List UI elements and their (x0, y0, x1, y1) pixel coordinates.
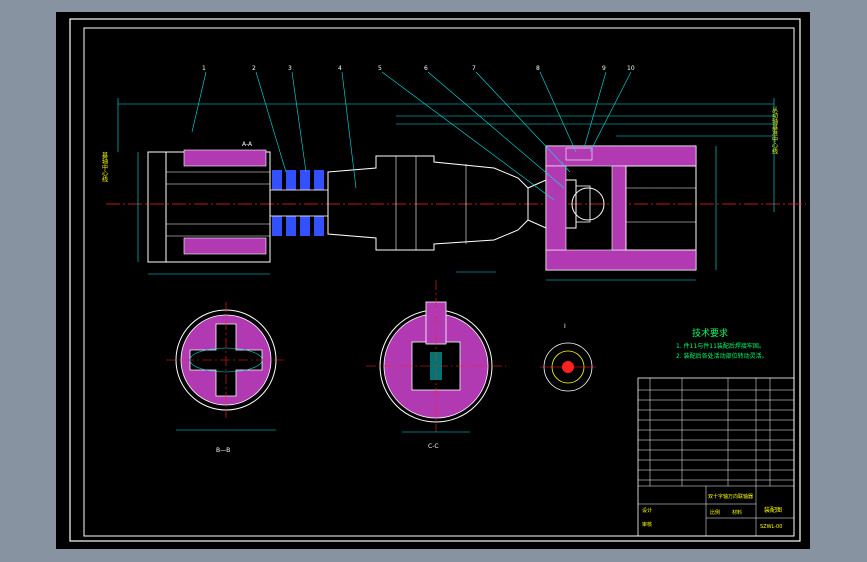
main-shaft (327, 155, 529, 251)
leader-4: 4 (338, 65, 342, 72)
leader-6: 6 (424, 65, 428, 72)
right-housing-hatch-bot (545, 249, 697, 271)
left-flange-top (183, 149, 267, 167)
grease-nipple (565, 147, 593, 161)
tech-req-line-1: 1. 件11与件11装配后焊接牢固。 (676, 342, 765, 350)
leader-1: 1 (202, 65, 206, 72)
section-label-detail: I (564, 323, 566, 330)
title-block-checker: 审核 (642, 521, 652, 528)
section-label-main: A-A (242, 141, 253, 148)
title-block-material: 材料 (732, 509, 742, 516)
cad-drawing: 基轴中心线 从动轴基准中心线 1 2 3 4 5 6 7 8 9 10 A-A … (69, 18, 806, 542)
cad-viewport[interactable]: 基轴中心线 从动轴基准中心线 1 2 3 4 5 6 7 8 9 10 A-A … (56, 12, 810, 549)
tech-requirements: 技术要求 1. 件11与件11装配后焊接牢固。 2. 装配后各处活动部位转动灵活… (676, 327, 768, 360)
leader-numbers: 1 2 3 4 5 6 7 8 9 10 (202, 65, 635, 72)
tech-req-title: 技术要求 (692, 327, 728, 339)
section-label-center: C-C (428, 443, 439, 450)
right-housing-hatch-left (545, 165, 567, 251)
right-housing-hatch-mid (611, 165, 627, 251)
tech-req-line-2: 2. 装配后各处活动部位转动灵活。 (676, 352, 768, 360)
title-block: 装配图 双十字轴万向联轴器 SZWL-00 比例 材料 设计 审核 (637, 377, 795, 537)
title-block-scale: 比例 (710, 509, 720, 516)
leader-10: 10 (627, 65, 635, 72)
leader-3: 3 (288, 65, 292, 72)
section-view-left: B—B (166, 302, 286, 454)
leader-2: 2 (252, 65, 256, 72)
leader-5: 5 (378, 65, 382, 72)
title-block-title-cell: 装配图 (764, 506, 782, 514)
title-block-name: 双十字轴万向联轴器 (708, 493, 753, 500)
blue-ring-pack (269, 170, 329, 236)
section-view-center: C-C (366, 271, 506, 450)
side-note-left: 基轴中心线 (101, 151, 108, 182)
leader-8: 8 (536, 65, 540, 72)
left-flange-bot (183, 237, 267, 255)
leader-9: 9 (602, 65, 606, 72)
title-block-designer: 设计 (642, 507, 652, 514)
title-block-drawing-no: SZWL-00 (760, 524, 782, 530)
section-label-left: B—B (216, 447, 230, 454)
detail-view: I (540, 323, 596, 392)
main-assembly-view: 1 2 3 4 5 6 7 8 9 10 A-A (106, 65, 806, 281)
left-flange-face (147, 151, 167, 263)
leader-7: 7 (472, 65, 476, 72)
